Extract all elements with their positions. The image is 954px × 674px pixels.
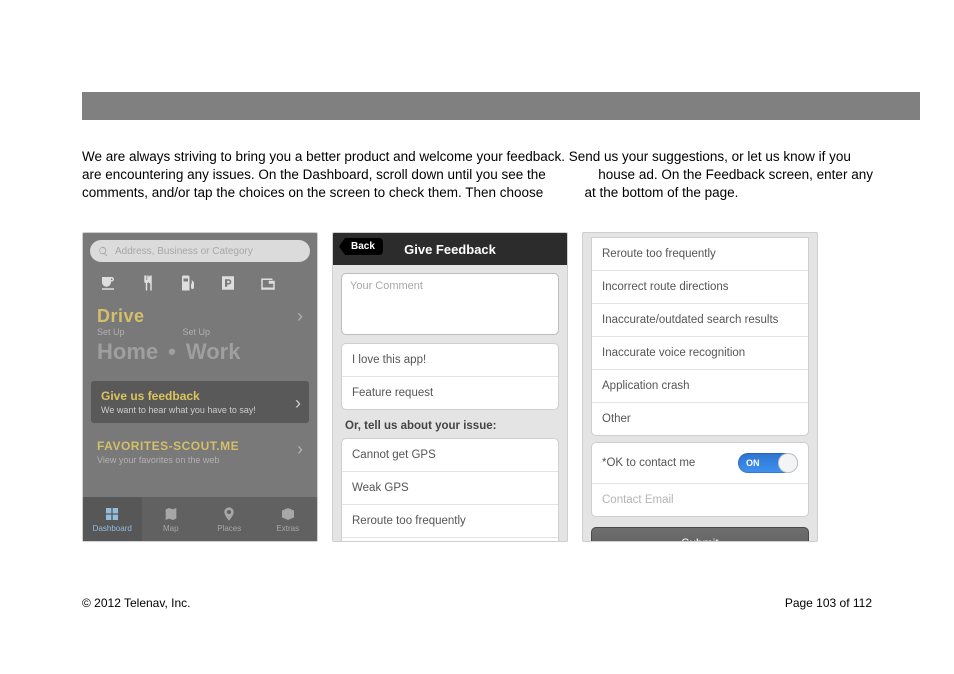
category-icon-row [83, 262, 317, 300]
screenshot-feedback-bottom: Reroute too frequently Incorrect route d… [582, 232, 818, 542]
issue-heading: Or, tell us about your issue: [345, 420, 555, 432]
submit-button[interactable]: Submit [591, 527, 809, 542]
toggle-label: ON [746, 458, 760, 468]
issue-options-list: Cannot get GPS Weak GPS Reroute too freq… [341, 438, 559, 542]
list-item[interactable]: Reroute too frequently [342, 505, 558, 538]
page-footer: © 2012 Telenav, Inc. Page 103 of 112 [82, 596, 872, 610]
screenshot-dashboard: Address, Business or Category Drive › Se… [82, 232, 318, 542]
work-label: Work [186, 339, 241, 365]
ok-contact-row: *OK to contact me ON [592, 443, 808, 484]
nav-header: Back Give Feedback [333, 233, 567, 265]
coffee-icon[interactable] [99, 274, 117, 292]
feedback-house-ad[interactable]: Give us feedback We want to hear what yo… [91, 381, 309, 423]
chevron-right-icon: › [297, 306, 303, 327]
tab-extras[interactable]: Extras [259, 497, 318, 541]
list-item[interactable]: Feature request [342, 377, 558, 409]
comment-textarea[interactable]: Your Comment [341, 273, 559, 335]
chevron-right-icon: › [297, 439, 303, 460]
favorites-title: FAVORITES-SCOUT.ME [97, 439, 303, 453]
chevron-right-icon: › [295, 393, 301, 414]
list-item[interactable]: Inaccurate/outdated search results [592, 304, 808, 337]
favorites-section[interactable]: FAVORITES-SCOUT.ME View your favorites o… [83, 429, 317, 465]
copyright: © 2012 Telenav, Inc. [82, 596, 190, 610]
contact-section: *OK to contact me ON Contact Email [591, 442, 809, 517]
list-item[interactable]: Incorrect route directions [342, 538, 558, 542]
list-item[interactable]: Incorrect route directions [592, 271, 808, 304]
tab-dashboard[interactable]: Dashboard [83, 497, 142, 541]
tab-label: Map [163, 524, 179, 533]
list-item[interactable]: Reroute too frequently [592, 238, 808, 271]
ok-contact-label: *OK to contact me [602, 457, 695, 469]
document-page: We are always striving to bring you a be… [0, 0, 954, 674]
tab-map[interactable]: Map [142, 497, 201, 541]
box-icon [280, 506, 296, 522]
header-band [82, 92, 920, 120]
issue-options-list-continued: Reroute too frequently Incorrect route d… [591, 237, 809, 436]
setup-row: Set Up Set Up [83, 327, 317, 337]
list-item[interactable]: Other [592, 403, 808, 435]
search-placeholder: Address, Business or Category [115, 246, 253, 257]
nav-title: Give Feedback [404, 242, 496, 257]
screenshot-row: Address, Business or Category Drive › Se… [82, 232, 818, 542]
pin-icon [221, 506, 237, 522]
list-item[interactable]: Weak GPS [342, 472, 558, 505]
instruction-paragraph: We are always striving to bring you a be… [82, 148, 874, 203]
toggle-knob [779, 454, 797, 472]
positive-options-list: I love this app! Feature request [341, 343, 559, 410]
home-label: Home [97, 339, 158, 365]
tab-places[interactable]: Places [200, 497, 259, 541]
setup-label-home: Set Up [97, 327, 125, 337]
list-item[interactable]: Inaccurate voice recognition [592, 337, 808, 370]
drive-title: Drive [97, 306, 145, 327]
drive-section[interactable]: Drive › [83, 300, 317, 327]
tab-label: Places [217, 524, 241, 533]
wallet-icon[interactable] [259, 274, 277, 292]
parking-icon[interactable] [219, 274, 237, 292]
contact-email-input[interactable]: Contact Email [592, 484, 808, 516]
back-button[interactable]: Back [339, 238, 383, 255]
house-ad-subtitle: We want to hear what you have to say! [101, 405, 299, 415]
list-item[interactable]: Cannot get GPS [342, 439, 558, 472]
home-work-row[interactable]: Home • Work [83, 337, 317, 375]
setup-label-work: Set Up [183, 327, 211, 337]
grid-icon [104, 506, 120, 522]
ok-contact-toggle[interactable]: ON [738, 453, 798, 473]
search-icon [98, 246, 109, 257]
list-item[interactable]: I love this app! [342, 344, 558, 377]
favorites-subtitle: View your favorites on the web [97, 455, 303, 465]
tab-label: Extras [276, 524, 299, 533]
fuel-icon[interactable] [179, 274, 197, 292]
house-ad-title: Give us feedback [101, 389, 299, 403]
page-number: Page 103 of 112 [785, 596, 872, 610]
tab-bar: Dashboard Map Places Extras [83, 497, 317, 541]
map-icon [163, 506, 179, 522]
tab-label: Dashboard [93, 524, 132, 533]
food-icon[interactable] [139, 274, 157, 292]
screenshot-feedback-top: Back Give Feedback Your Comment I love t… [332, 232, 568, 542]
list-item[interactable]: Application crash [592, 370, 808, 403]
search-input[interactable]: Address, Business or Category [90, 240, 310, 262]
